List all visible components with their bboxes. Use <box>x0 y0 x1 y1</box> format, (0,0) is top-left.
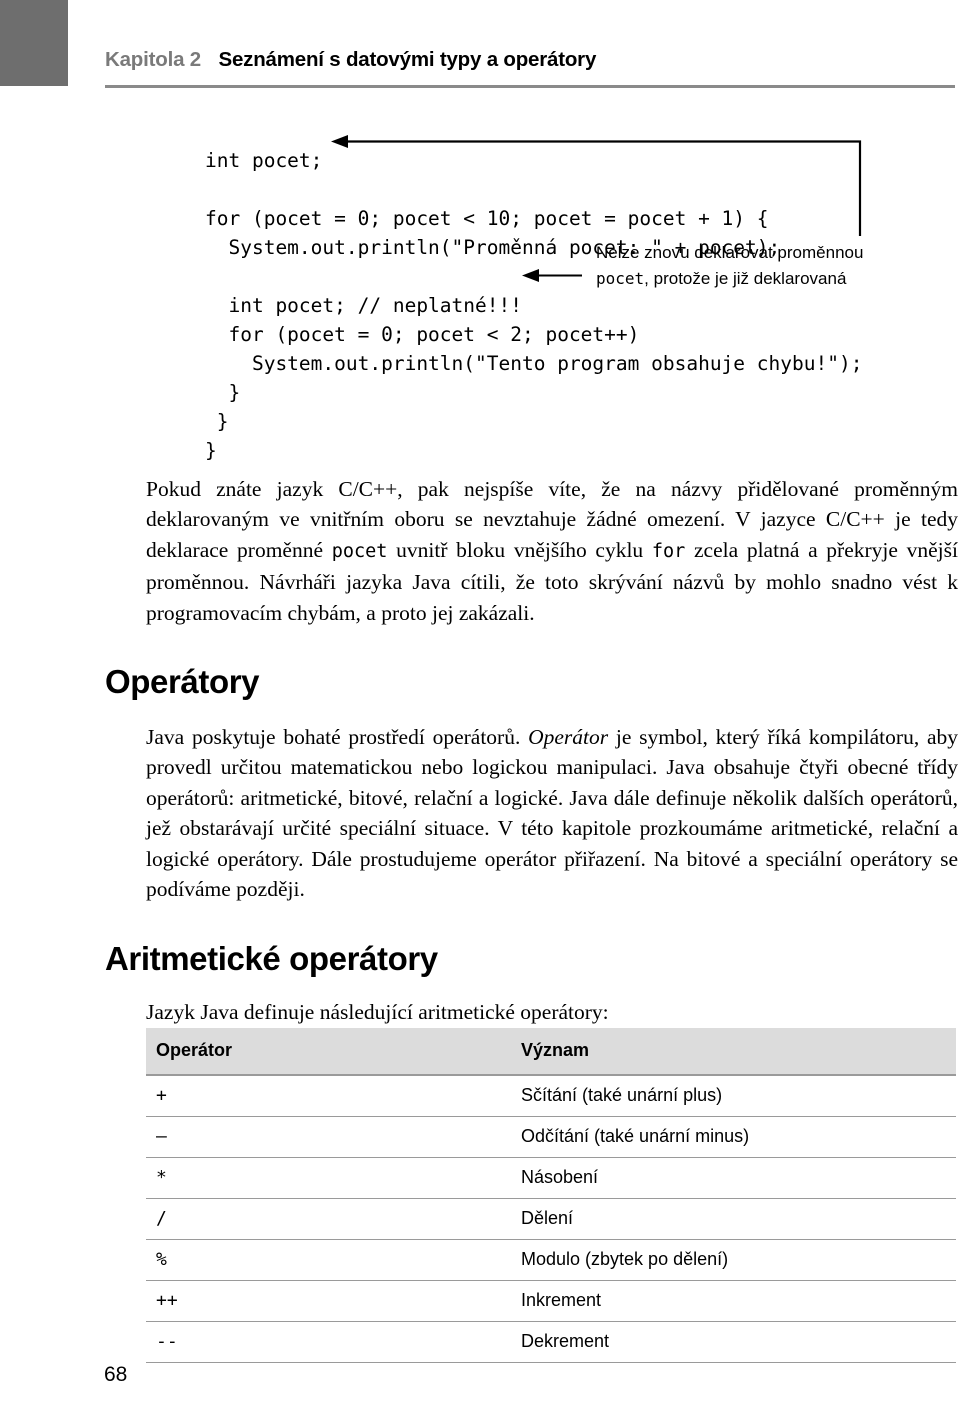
callout-label-line2-rest: , protože je již deklarovaná <box>644 269 847 288</box>
cell-operator: % <box>146 1239 511 1281</box>
arithmetic-operators-table: Operátor Význam + Sčítání (také unární p… <box>146 1028 956 1363</box>
cell-meaning: Sčítání (také unární plus) <box>511 1075 956 1117</box>
table-row: % Modulo (zbytek po dělení) <box>146 1239 956 1281</box>
page-number: 68 <box>104 1363 128 1386</box>
inline-code-pocet: pocet <box>331 540 388 562</box>
cell-operator: / <box>146 1198 511 1240</box>
paragraph-operators-part2: je symbol, který říká kompilátoru, aby p… <box>146 724 958 902</box>
cell-operator: + <box>146 1075 511 1117</box>
table-row: – Odčítání (také unární minus) <box>146 1116 956 1158</box>
table-row: + Sčítání (také unární plus) <box>146 1075 956 1117</box>
table-row: ++ Inkrement <box>146 1280 956 1322</box>
running-header: Kapitola 2 Seznámení s datovými typy a o… <box>105 48 596 72</box>
callout-label: Nelze znovu deklarovat proměnnou pocet, … <box>596 240 863 292</box>
header-title: Seznámení s datovými typy a operátory <box>218 48 597 71</box>
table-body: + Sčítání (také unární plus) – Odčítání … <box>146 1075 956 1363</box>
paragraph-scope-part2: uvnitř bloku vnějšího cyklu <box>387 537 652 562</box>
code-listing: int pocet; for (pocet = 0; pocet < 10; p… <box>205 148 863 462</box>
cell-meaning: Násobení <box>511 1157 956 1199</box>
paragraph-operators-part1: Java poskytuje bohaté prostředí operátor… <box>146 724 529 749</box>
header-chapter-label: Kapitola 2 <box>105 48 201 71</box>
table-header-row: Operátor Význam <box>146 1028 956 1076</box>
cell-operator: – <box>146 1116 511 1158</box>
header-gray-block <box>0 0 68 86</box>
table-row: * Násobení <box>146 1157 956 1199</box>
emphasis-operator: Operátor <box>528 724 609 749</box>
header-rule <box>105 85 955 88</box>
cell-meaning: Dekrement <box>511 1321 956 1363</box>
table-head: Operátor Význam <box>146 1028 956 1076</box>
table-row: -- Dekrement <box>146 1321 956 1363</box>
cell-operator: * <box>146 1157 511 1199</box>
cell-operator: ++ <box>146 1280 511 1322</box>
paragraph-operators: Java poskytuje bohaté prostředí operátor… <box>146 722 958 905</box>
cell-operator: -- <box>146 1321 511 1363</box>
column-header-operator: Operátor <box>146 1028 511 1076</box>
paragraph-scope: Pokud znáte jazyk C/C++, pak nejspíše ví… <box>146 474 958 629</box>
callout-label-code: pocet <box>596 269 645 288</box>
inline-code-for: for <box>651 540 686 562</box>
cell-meaning: Inkrement <box>511 1280 956 1322</box>
cell-meaning: Odčítání (také unární minus) <box>511 1116 956 1158</box>
callout-label-line1: Nelze znovu deklarovat proměnnou <box>596 243 864 262</box>
callout-label-line2: pocet, protože je již deklarovaná <box>596 266 863 292</box>
cell-meaning: Modulo (zbytek po dělení) <box>511 1239 956 1281</box>
cell-meaning: Dělení <box>511 1198 956 1240</box>
heading-operatory: Operátory <box>105 663 260 701</box>
heading-aritmeticke-operatory: Aritmetické operátory <box>105 940 438 978</box>
column-header-meaning: Význam <box>511 1028 956 1076</box>
paragraph-arithmetic-intro: Jazyk Java definuje následující aritmeti… <box>146 999 609 1024</box>
table-row: / Dělení <box>146 1198 956 1240</box>
